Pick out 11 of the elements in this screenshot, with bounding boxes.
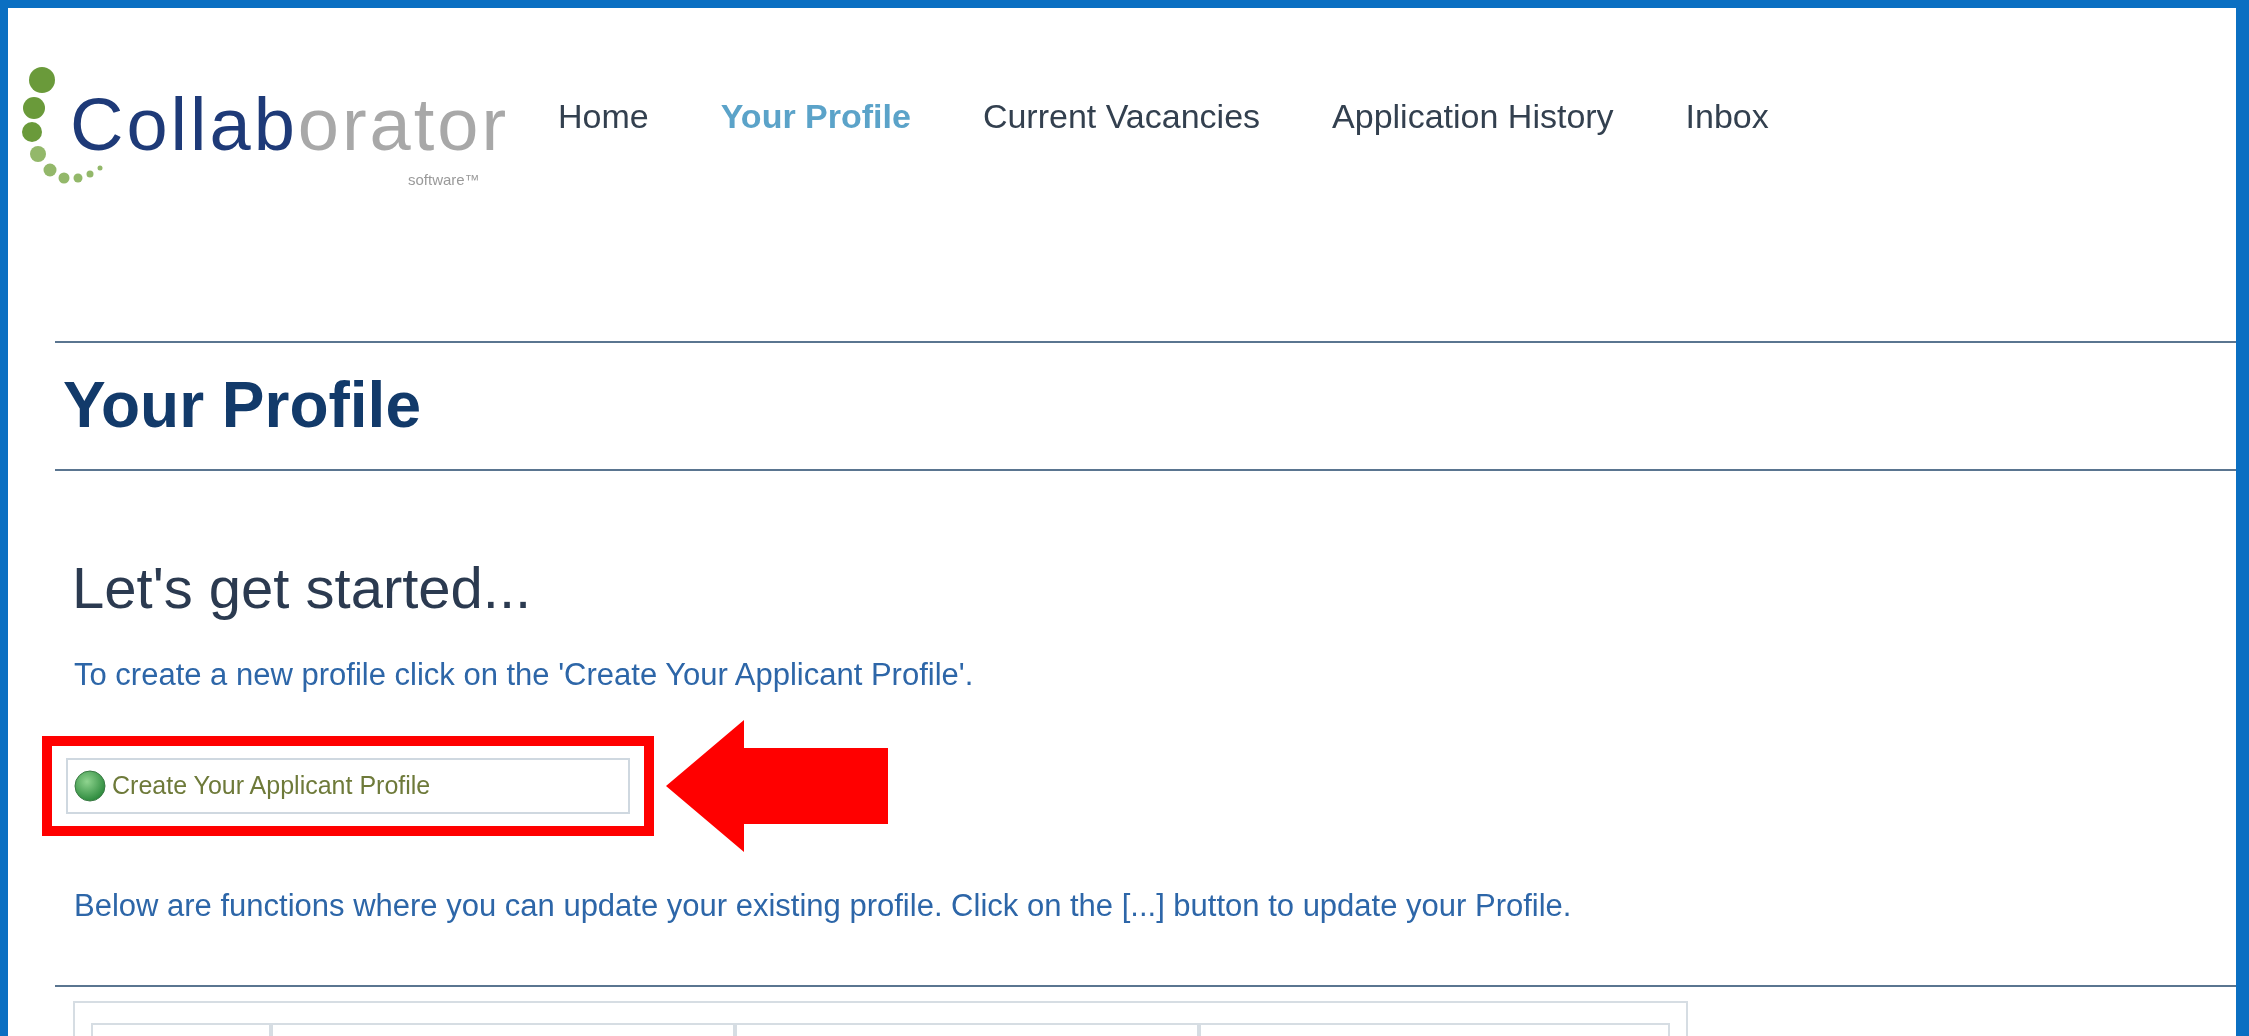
logo-tagline: software™ [408,172,480,187]
nav-link[interactable]: Application History [1332,90,1614,142]
functions-text: Below are functions where you can update your existing profile. Click on the [...] button to update your Profile. [74,890,1573,921]
page-title: Your Profile [63,373,422,437]
create-profile-button[interactable]: Create Your Applicant Profile [66,758,630,814]
status-dot-icon [74,770,106,802]
logo-wordmark: Collaborator [70,88,510,162]
nav-link[interactable]: Inbox [1685,90,1769,142]
nav-link[interactable]: Current Vacancies [982,90,1261,142]
intro-text: To create a new profile click on the 'Create Your Applicant Profile'. [74,659,975,690]
nav-link[interactable]: Home [558,90,649,142]
